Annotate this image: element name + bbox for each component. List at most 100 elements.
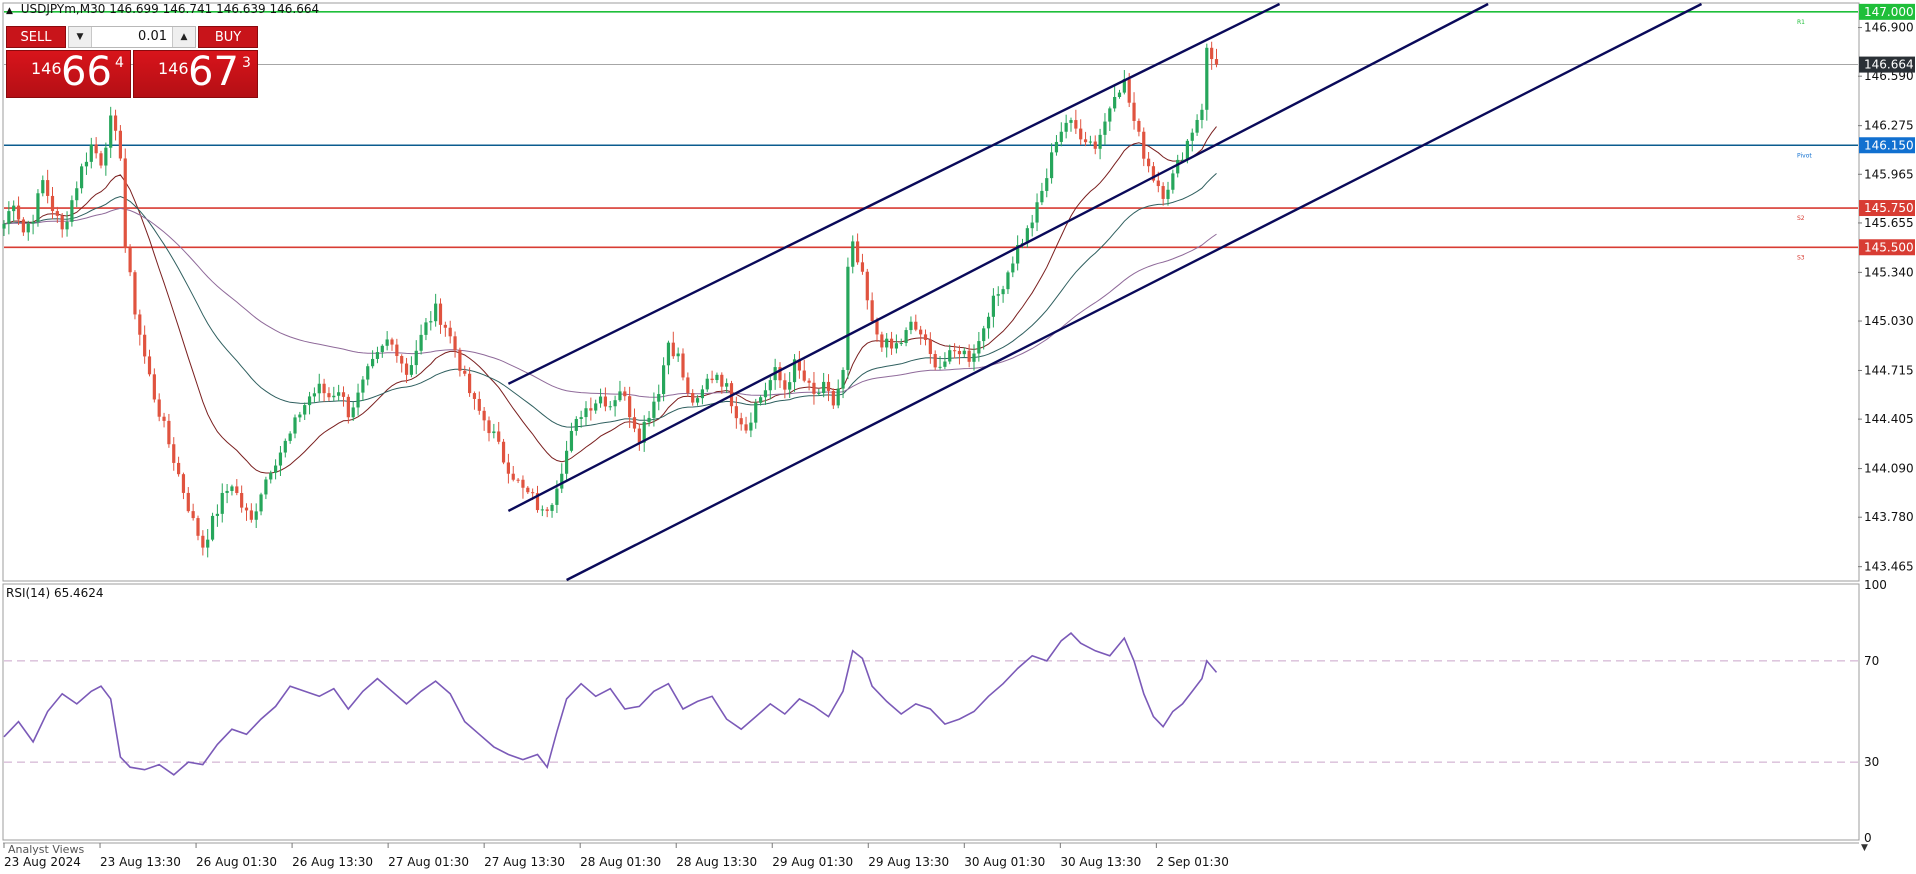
candle-body [7,211,11,224]
chevron-up-icon[interactable]: ▲ [172,27,195,47]
candle-body [371,358,375,367]
candle-body [497,431,501,442]
candle-body [395,344,399,357]
candle-body [380,345,384,353]
candle-body [851,241,855,267]
candle-body [647,417,651,423]
price-tick-label: 144.090 [1864,462,1914,476]
candle-body [1171,173,1175,190]
candle-body [1074,120,1078,129]
candle-body [725,383,729,387]
level-name-S2: S2 [1797,215,1805,222]
candle-body [618,391,622,401]
candle-body [1161,186,1165,199]
candle-body [167,420,171,445]
candle-body [584,408,588,418]
candle-body [671,342,675,357]
candle-body [1210,47,1214,60]
rsi-indicator: 10070300▼ [3,578,1887,853]
candle-body [186,492,190,512]
candle-body [162,416,166,421]
candle-body [128,248,132,273]
candle-body [210,515,215,540]
candle-body [109,115,113,148]
candle-body [1132,102,1136,121]
candle-body [409,365,413,375]
triangle-up-icon[interactable]: ▲ [6,6,13,16]
candle-body [788,382,792,390]
lot-size-input[interactable]: 0.01 [91,27,173,47]
candle-body [235,486,239,494]
candle-body [278,452,283,466]
candle-body [240,493,244,508]
ma-slow-line [3,207,1217,398]
buy-price-box[interactable]: 146 67 3 [133,49,258,98]
candle-body [754,402,758,423]
candle-body [99,153,103,166]
buy-button[interactable]: BUY [198,26,258,48]
candle-body [317,383,321,394]
candle-body [657,394,661,402]
candle-body [244,507,249,511]
sell-price-big: 146 [31,59,62,78]
time-tick-label: 27 Aug 13:30 [484,855,565,869]
candle-body [254,511,258,520]
candle-body [152,374,156,400]
candle-body [385,339,389,346]
candle-body [1147,158,1151,167]
candle-body [390,339,394,345]
candle-body [957,350,962,355]
candle-body [477,398,481,411]
candle-body [720,374,724,387]
price-tag-text: 145.500 [1864,240,1914,254]
candle-body [569,430,574,451]
buy-price-main: 67 [188,49,239,95]
ma-fast-line [3,126,1217,474]
candle-body [506,462,510,474]
candle-body [123,158,127,249]
price-tick-label: 145.965 [1864,167,1914,181]
candle-body [1113,96,1117,109]
candle-body [133,272,137,315]
candle-body [681,353,685,378]
candle-body [880,334,884,348]
candle-body [802,370,806,381]
candle-body [540,509,544,511]
analyst-views-label[interactable]: Analyst Views [8,843,84,856]
candle-body [710,378,714,381]
candle-body [21,219,25,233]
candle-body [531,492,535,494]
candle-body [589,408,593,411]
candle-body [1190,132,1194,141]
candle-body [637,428,641,443]
sell-price-box[interactable]: 146 66 4 [6,49,131,98]
candle-body [201,535,205,548]
candle-body [1108,108,1112,122]
candle-body [749,422,753,431]
one-click-trading-panel: SELL ▼ 0.01 ▲ BUY 146 66 4 146 67 3 [6,26,258,98]
candle-body [700,389,704,399]
candle-body [487,420,491,434]
candle-body [521,479,525,488]
candle-body [870,300,874,322]
candle-body [375,352,380,359]
candle-body [288,433,292,441]
candle-body [1083,139,1088,143]
rsi-label: RSI(14) 65.4624 [6,586,104,600]
candle-body [75,188,79,201]
price-levels: R1 Pivot S2 S3 [4,11,1858,261]
candle-body [196,518,200,536]
candle-body [94,144,98,154]
candle-body [594,403,598,411]
rsi-tick-label: 100 [1864,578,1887,592]
sell-button[interactable]: SELL [6,26,66,48]
candle-body [303,405,307,415]
candle-body [2,223,6,229]
candle-body [1098,134,1102,149]
candle-body [928,339,932,354]
candle-body [628,396,632,418]
chevron-down-icon[interactable]: ▼ [69,27,92,47]
lot-size-stepper[interactable]: ▼ 0.01 ▲ [68,26,196,48]
candle-body [613,400,617,407]
candle-body [264,479,268,495]
